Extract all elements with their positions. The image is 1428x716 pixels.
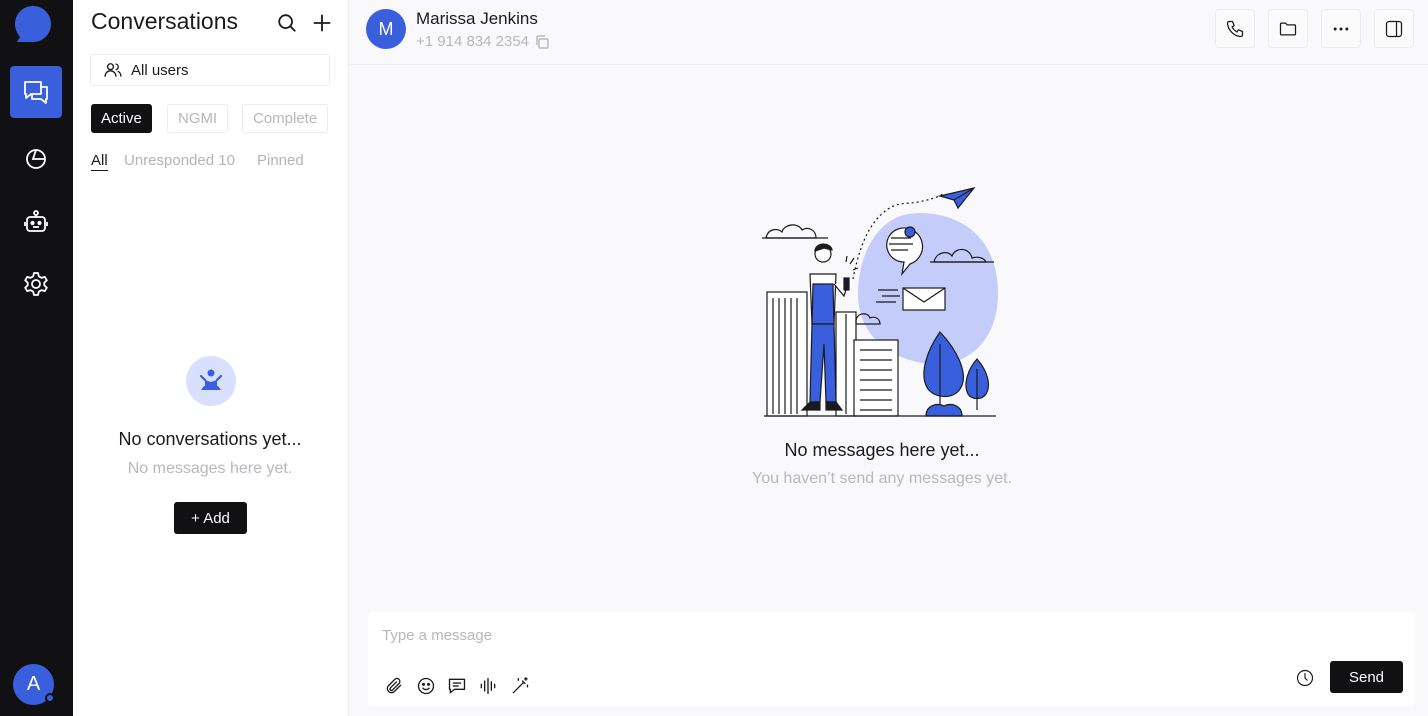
panel-title: Conversations <box>91 8 239 34</box>
voice-message-button[interactable] <box>476 674 500 698</box>
toggle-details-panel-button[interactable] <box>1374 9 1414 48</box>
send-button[interactable]: Send <box>1330 661 1403 693</box>
more-horizontal-icon <box>1333 27 1349 30</box>
copy-icon[interactable] <box>534 34 550 50</box>
settings-icon <box>24 272 48 296</box>
filter-tab-unresponded[interactable]: Unresponded 10 <box>124 152 235 169</box>
phone-icon <box>1226 20 1244 37</box>
status-tab-ngmi[interactable]: NGMI <box>167 104 229 133</box>
empty-messages-title: No messages here yet... <box>784 440 980 460</box>
schedule-message-button[interactable] <box>1293 666 1317 690</box>
analytics-icon <box>26 149 46 169</box>
user-avatar-initial: A <box>26 673 41 695</box>
more-options-button[interactable] <box>1321 9 1361 48</box>
conversations-panel: Conversations All users Active NGMI Comp… <box>73 0 349 716</box>
chat-icon <box>24 81 48 104</box>
ai-magic-button[interactable] <box>508 674 532 698</box>
emoji-icon <box>417 677 435 695</box>
users-filter-select[interactable]: All users <box>90 54 330 86</box>
add-conversation-button[interactable]: + Add <box>174 502 247 534</box>
header-divider <box>349 64 1428 65</box>
status-tab-active[interactable]: Active <box>91 104 152 133</box>
empty-messages-subtitle: You haven’t send any messages yet. <box>751 470 1013 487</box>
nav-bots-button[interactable] <box>10 196 62 248</box>
nav-conversations-button[interactable] <box>10 66 62 118</box>
contact-name: Marissa Jenkins <box>416 9 538 28</box>
search-icon <box>278 14 296 32</box>
files-button[interactable] <box>1268 9 1308 48</box>
contact-avatar-initial: M <box>378 18 394 39</box>
bot-icon <box>24 210 48 232</box>
magic-wand-icon <box>512 677 529 694</box>
users-filter-label: All users <box>131 61 189 79</box>
clock-icon <box>1296 669 1314 687</box>
empty-conversations-subtitle: No messages here yet. <box>127 460 293 477</box>
new-conversation-button[interactable] <box>309 10 335 36</box>
emoji-button[interactable] <box>414 674 438 698</box>
message-input[interactable] <box>382 624 1282 646</box>
app-logo-icon[interactable] <box>14 5 52 43</box>
status-tab-complete[interactable]: Complete <box>242 104 329 133</box>
online-status-dot <box>45 693 55 703</box>
user-avatar[interactable]: A <box>13 664 55 705</box>
contact-avatar: M <box>366 9 406 49</box>
sidebar-panel-icon <box>1385 20 1403 37</box>
paperclip-icon <box>386 677 402 694</box>
call-button[interactable] <box>1215 9 1255 48</box>
templates-button[interactable] <box>445 674 469 698</box>
plus-icon <box>313 14 331 32</box>
empty-conversations-icon <box>186 356 236 406</box>
nav-settings-button[interactable] <box>10 258 62 310</box>
users-icon <box>104 63 122 77</box>
empty-conversations-title: No conversations yet... <box>118 429 302 449</box>
folder-icon <box>1279 22 1297 35</box>
message-composer: Send <box>368 612 1415 706</box>
filter-tab-all[interactable]: All <box>91 152 108 171</box>
app-rail: A <box>0 0 73 716</box>
search-button[interactable] <box>274 10 300 36</box>
filter-tab-pinned[interactable]: Pinned <box>257 152 304 169</box>
audio-waveform-icon <box>480 677 496 695</box>
empty-messages-illustration <box>762 187 998 417</box>
nav-analytics-button[interactable] <box>10 132 62 184</box>
contact-phone-row: +1 914 834 2354 <box>416 33 550 50</box>
contact-phone: +1 914 834 2354 <box>416 33 530 50</box>
message-template-icon <box>448 678 466 694</box>
attach-button[interactable] <box>382 674 406 698</box>
